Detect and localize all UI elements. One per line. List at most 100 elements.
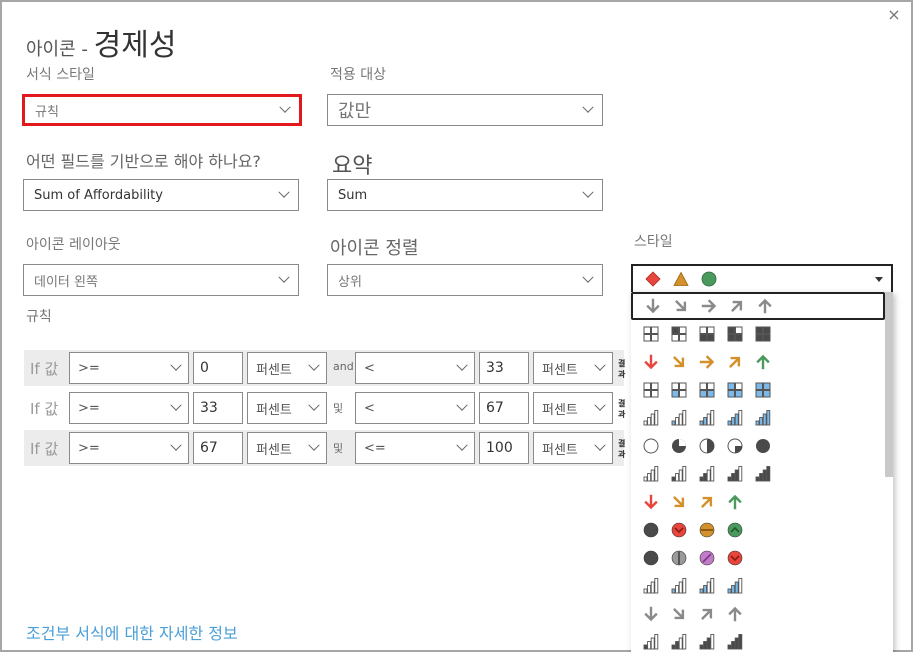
icon-layout-value: 데이터 왼쪽 (34, 274, 98, 290)
operator-value: >= (78, 440, 100, 456)
rule-if-label: If 값 (30, 360, 59, 378)
style-option-colored-arrows-5[interactable] (631, 348, 885, 376)
summarization-dropdown[interactable]: Sum (327, 179, 603, 211)
chevron-down-icon (594, 359, 606, 371)
rule-operator-2[interactable]: <= (355, 432, 475, 464)
unit-value: 퍼센트 (542, 362, 578, 378)
arrow-up-right-orange-icon (727, 354, 743, 370)
rule-unit-2[interactable]: 퍼센트 (533, 352, 613, 384)
rule-unit-2[interactable]: 퍼센트 (533, 392, 613, 424)
rule-value-2[interactable]: 100 (479, 432, 529, 464)
rule-result-label: 결과 (618, 359, 626, 379)
chevron-down-icon (308, 439, 320, 451)
grid-3-icon (727, 326, 743, 342)
operator-value: < (364, 360, 375, 376)
rule-unit-1[interactable]: 퍼센트 (247, 432, 327, 464)
rule-unit-1[interactable]: 퍼센트 (247, 352, 327, 384)
rule-connector: 및 (333, 402, 344, 415)
format-style-label: 서식 스타일 (26, 67, 95, 83)
style-option-signal-blue-5[interactable] (631, 404, 885, 432)
chevron-down-icon (582, 271, 594, 283)
close-icon[interactable]: × (885, 6, 903, 24)
rule-if-label: If 값 (30, 440, 59, 458)
dsig-4-icon (755, 466, 771, 482)
style-option-signal-dark-5[interactable] (631, 460, 885, 488)
bsig4-3-icon (727, 578, 743, 594)
bsig-0-icon (643, 410, 659, 426)
rule-operator-2[interactable]: < (355, 392, 475, 424)
icon-alignment-value: 상위 (338, 274, 362, 290)
icon-layout-dropdown[interactable]: 데이터 왼쪽 (23, 264, 299, 296)
rule-connector: 및 (333, 442, 344, 455)
rule-operator-1[interactable]: >= (69, 352, 189, 384)
style-option-quarters-blue-5[interactable] (631, 376, 885, 404)
apply-to-label: 적용 대상 (330, 67, 386, 83)
rule-value-2[interactable]: 33 (479, 352, 529, 384)
arrow-up-gray-icon (727, 606, 743, 622)
operator-value: < (364, 400, 375, 416)
arrow-down-right-orange-icon (671, 354, 687, 370)
summarization-value: Sum (338, 187, 368, 203)
rule-value-1[interactable]: 0 (193, 352, 243, 384)
selected-style-icons (645, 271, 717, 287)
style-option-signal-dark-4[interactable] (631, 628, 885, 652)
rule-value-1[interactable]: 67 (193, 432, 243, 464)
rule-operator-1[interactable]: >= (69, 432, 189, 464)
bsig-3-icon (727, 410, 743, 426)
title-field: 경제성 (93, 28, 177, 63)
arrow-down-right-gray-icon (673, 298, 689, 314)
rule-value-1[interactable]: 33 (193, 392, 243, 424)
scrollbar[interactable] (885, 292, 893, 477)
format-style-value: 규칙 (35, 104, 59, 120)
rule-operator-1[interactable]: >= (69, 392, 189, 424)
based-on-field-dropdown[interactable]: Sum of Affordability (23, 179, 299, 211)
dsig-1-icon (671, 466, 687, 482)
rule-value-2[interactable]: 67 (479, 392, 529, 424)
rules-label: 규칙 (26, 309, 52, 325)
style-option-colored-arrows-4[interactable] (631, 488, 885, 516)
rule-result-label: 결과 (618, 439, 626, 459)
rule-operator-2[interactable]: < (355, 352, 475, 384)
circle-dark-icon (643, 550, 659, 566)
dsig4-2-icon (671, 634, 687, 650)
learn-more-link[interactable]: 조건부 서식에 대한 자세한 정보 (26, 620, 238, 644)
bsig-1-icon (671, 410, 687, 426)
pie-half-icon (699, 438, 715, 454)
rule-unit-2[interactable]: 퍼센트 (533, 432, 613, 464)
rule-row: If 값 >= 33 퍼센트 및 < 67 퍼센트 결과 (24, 390, 626, 426)
operator-value: <= (364, 440, 386, 456)
unit-value: 퍼센트 (256, 402, 292, 418)
unit-value: 퍼센트 (542, 402, 578, 418)
unit-value: 퍼센트 (542, 442, 578, 458)
chevron-down-icon (170, 399, 182, 411)
chevron-down-icon (594, 399, 606, 411)
caret-down-icon (875, 277, 883, 282)
chevron-down-icon (278, 186, 290, 198)
unit-value: 퍼센트 (256, 442, 292, 458)
orange-triangle-icon (673, 271, 689, 287)
rule-row: If 값 >= 67 퍼센트 및 <= 100 퍼센트 결과 (24, 430, 626, 466)
style-option-gray-arrows-5[interactable] (631, 292, 885, 320)
style-option-signal-blue-4[interactable] (631, 572, 885, 600)
icon-style-dropdown[interactable] (631, 264, 893, 294)
icon-alignment-dropdown[interactable]: 상위 (327, 264, 603, 296)
summarization-label: 요약 (332, 154, 373, 179)
dsig-0-icon (643, 466, 659, 482)
arrow-down-right-orange-icon (671, 494, 687, 510)
style-option-quarters-dark-5[interactable] (631, 320, 885, 348)
arrow-down-red-icon (643, 494, 659, 510)
format-style-dropdown[interactable]: 규칙 (22, 94, 302, 126)
style-option-pies-5[interactable] (631, 432, 885, 460)
style-option-circles-symbols-4[interactable] (631, 544, 885, 572)
based-on-field-label: 어떤 필드를 기반으로 해야 하나요? (26, 152, 261, 171)
bsig-2-icon (699, 410, 715, 426)
apply-to-dropdown[interactable]: 값만 (327, 94, 603, 126)
style-option-gray-arrows-4[interactable] (631, 600, 885, 628)
style-option-circles-chevrons-4[interactable] (631, 516, 885, 544)
rule-result-label: 결과 (618, 399, 626, 419)
green-circle-icon (701, 271, 717, 287)
chevron-down-icon (582, 101, 594, 113)
rule-if-label: If 값 (30, 400, 59, 418)
rule-unit-1[interactable]: 퍼센트 (247, 392, 327, 424)
chevron-down-icon (594, 439, 606, 451)
